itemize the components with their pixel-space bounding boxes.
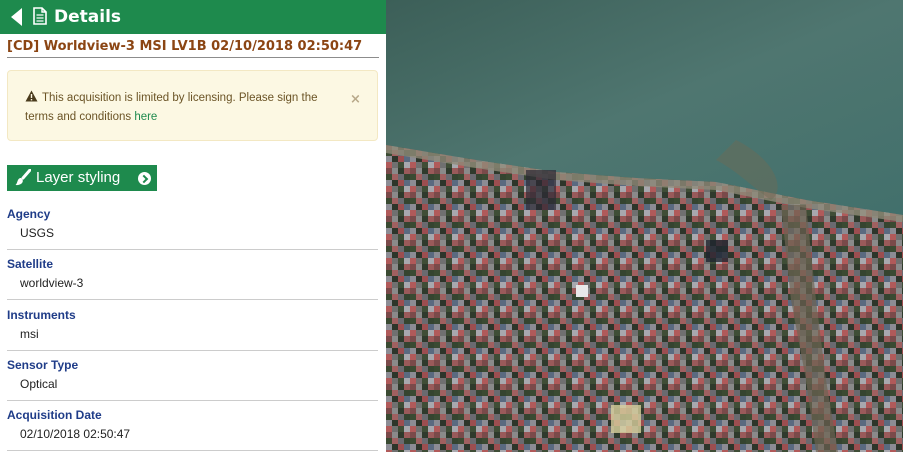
field-value: Optical [20, 377, 58, 391]
field-satellite: Satellite worldview-3 [7, 257, 378, 307]
alert-message: This acquisition is limited by licensing… [25, 89, 339, 127]
field-value: USGS [20, 226, 55, 240]
license-alert: This acquisition is limited by licensing… [7, 70, 378, 141]
details-header: Details [0, 0, 386, 34]
chevron-right-icon [138, 172, 151, 185]
field-divider [7, 299, 378, 300]
field-label: Acquisition Date [7, 408, 102, 422]
field-value: msi [20, 327, 39, 341]
field-value: 02/10/2018 02:50:47 [20, 427, 131, 441]
field-agency: Agency USGS [7, 207, 378, 257]
document-icon [33, 7, 47, 25]
close-icon[interactable]: × [350, 92, 361, 107]
field-sensor-type: Sensor Type Optical [7, 358, 378, 408]
layer-styling-label: Layer styling [36, 169, 121, 186]
field-label: Instruments [7, 308, 76, 322]
product-title: [CD] Worldview-3 MSI LV1B 02/10/2018 02:… [7, 39, 363, 54]
alert-text: This acquisition is limited by licensing… [25, 92, 318, 123]
layer-styling-button[interactable]: Layer styling [7, 165, 157, 191]
field-label: Satellite [7, 257, 54, 271]
field-divider [7, 400, 378, 401]
field-label: Sensor Type [7, 358, 79, 372]
title-divider [7, 57, 379, 58]
terms-link[interactable]: here [134, 111, 157, 123]
field-divider [7, 350, 378, 351]
paintbrush-icon [15, 169, 31, 186]
field-divider [7, 450, 378, 451]
satellite-map[interactable] [386, 0, 903, 452]
field-acquisition-date: Acquisition Date 02/10/2018 02:50:47 [7, 408, 378, 452]
details-panel: Details [CD] Worldview-3 MSI LV1B 02/10/… [0, 0, 386, 452]
field-label: Agency [7, 207, 51, 221]
field-value: worldview-3 [20, 276, 84, 290]
field-instruments: Instruments msi [7, 308, 378, 358]
satellite-imagery [386, 0, 903, 452]
header-title: Details [54, 7, 122, 27]
back-arrow-icon[interactable] [11, 8, 22, 26]
field-divider [7, 249, 378, 250]
